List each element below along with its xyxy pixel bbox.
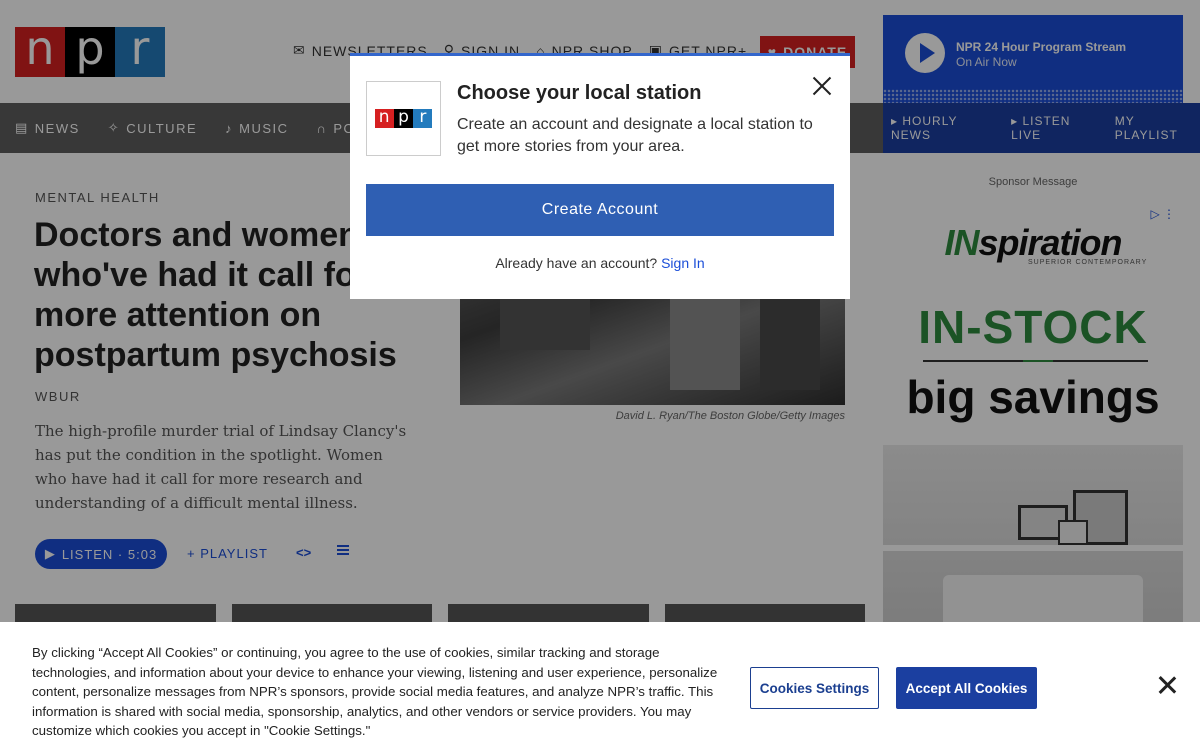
accept-all-cookies-button[interactable]: Accept All Cookies <box>896 667 1037 709</box>
cookie-banner: By clicking “Accept All Cookies” or cont… <box>0 622 1200 750</box>
modal-logo-letter-r: r <box>413 108 433 128</box>
close-icon[interactable] <box>812 76 832 96</box>
sign-in-prompt: Already have an account? Sign In <box>350 255 850 271</box>
already-account-text: Already have an account? <box>495 255 658 271</box>
modal-logo-letter-n: n <box>374 108 394 128</box>
sign-in-link-modal[interactable]: Sign In <box>661 255 705 271</box>
local-station-modal: n p r Choose your local station Create a… <box>350 53 850 299</box>
cookie-consent-text: By clicking “Accept All Cookies” or cont… <box>32 645 718 738</box>
modal-npr-logo: n p r <box>366 81 441 156</box>
close-icon[interactable] <box>1158 676 1176 694</box>
create-account-button[interactable]: Create Account <box>366 184 834 236</box>
modal-logo-letter-p: p <box>393 108 414 128</box>
modal-title: Choose your local station <box>457 82 702 104</box>
modal-description: Create an account and designate a local … <box>457 116 813 155</box>
cookie-settings-button[interactable]: Cookies Settings <box>750 667 879 709</box>
